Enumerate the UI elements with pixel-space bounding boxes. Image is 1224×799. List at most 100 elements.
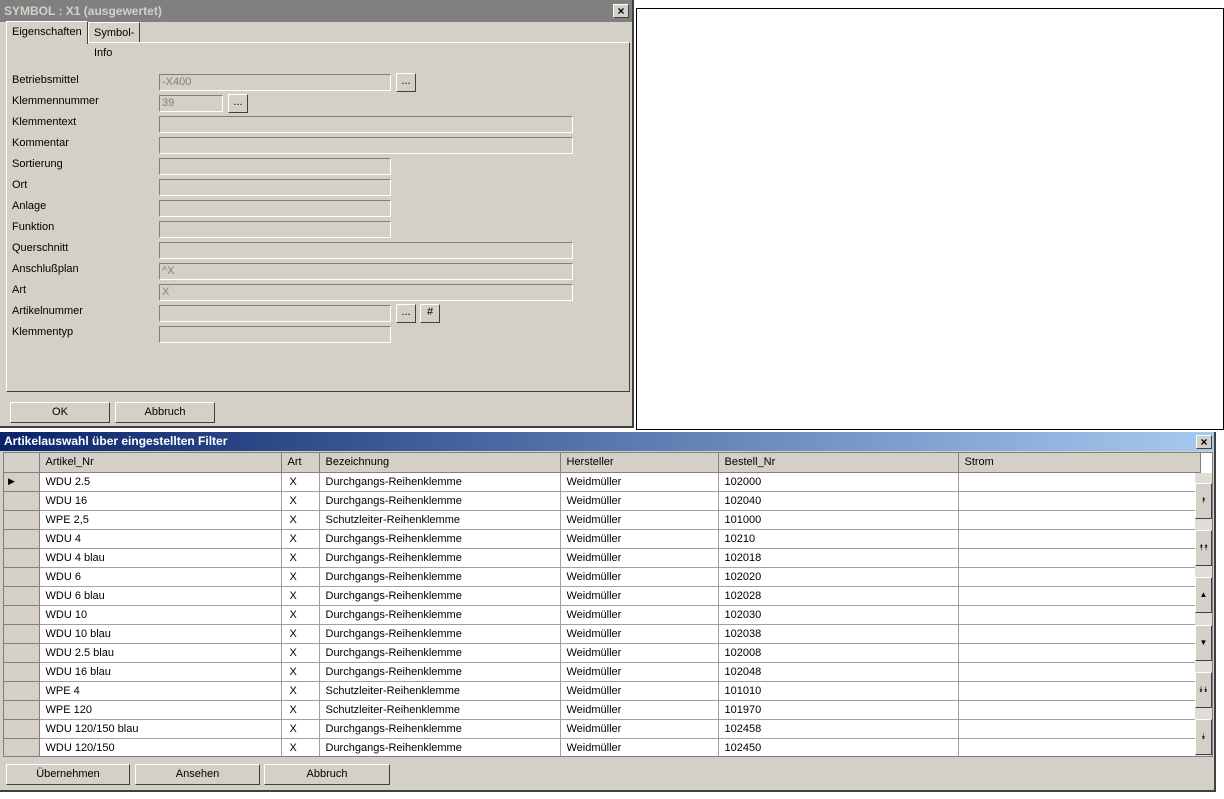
table-row[interactable]: WDU 6 X Durchgangs-Reihenklemme Weidmüller 1… xyxy=(4,567,1201,587)
cell-strom[interactable] xyxy=(958,605,1201,625)
cell-bestell-nr[interactable]: 102020 xyxy=(718,567,959,587)
cell-art[interactable]: X xyxy=(281,529,320,549)
vertical-scrollbar[interactable]: ⯭ ⯭⯭ ▲ ▼ ⯯⯯ ⯯ xyxy=(1195,473,1212,756)
table-row[interactable]: WDU 4 X Durchgangs-Reihenklemme Weidmüller 1… xyxy=(4,529,1201,549)
betriebsmittel-field[interactable]: -X400 xyxy=(159,74,391,91)
cell-artikel-nr[interactable]: WDU 120/150 xyxy=(39,738,282,756)
cell-bezeichnung[interactable]: Durchgangs-Reihenklemme xyxy=(319,491,561,511)
cell-strom[interactable] xyxy=(958,662,1201,682)
cell-bezeichnung[interactable]: Durchgangs-Reihenklemme xyxy=(319,529,561,549)
cell-bezeichnung[interactable]: Schutzleiter-Reihenklemme xyxy=(319,510,561,530)
art-field[interactable]: X xyxy=(159,284,573,301)
cell-hersteller[interactable]: Weidmüller xyxy=(560,567,719,587)
scroll-page-down-icon[interactable]: ⯯⯯ xyxy=(1195,672,1212,708)
close-icon[interactable]: × xyxy=(613,4,629,18)
anschlussplan-field[interactable]: ^X xyxy=(159,263,573,280)
column-header-hersteller[interactable]: Hersteller xyxy=(560,453,719,473)
cancel-button[interactable]: Abbruch xyxy=(264,764,390,785)
cell-artikel-nr[interactable]: WPE 4 xyxy=(39,681,282,701)
cell-bezeichnung[interactable]: Schutzleiter-Reihenklemme xyxy=(319,681,561,701)
cell-bestell-nr[interactable]: 102028 xyxy=(718,586,959,606)
artikelnummer-hash-button[interactable]: # xyxy=(420,304,440,323)
cell-bezeichnung[interactable]: Durchgangs-Reihenklemme xyxy=(319,624,561,644)
row-indicator[interactable] xyxy=(4,548,40,568)
funktion-field[interactable] xyxy=(159,221,391,238)
table-row[interactable]: WDU 2.5 blau X Durchgangs-Reihenklemme Weid… xyxy=(4,643,1201,663)
cell-hersteller[interactable]: Weidmüller xyxy=(560,719,719,739)
cell-hersteller[interactable]: Weidmüller xyxy=(560,700,719,720)
cell-artikel-nr[interactable]: WDU 2.5 blau xyxy=(39,643,282,663)
cell-art[interactable]: X xyxy=(281,643,320,663)
cell-artikel-nr[interactable]: WPE 2,5 xyxy=(39,510,282,530)
column-header-bezeichnung[interactable]: Bezeichnung xyxy=(319,453,561,473)
table-row[interactable]: WDU 10 X Durchgangs-Reihenklemme Weidmüller… xyxy=(4,605,1201,625)
tab-symbol-info[interactable]: Symbol-Info xyxy=(88,22,141,59)
table-row[interactable]: WDU 120/150 blau X Durchgangs-Reihenklemme… xyxy=(4,719,1201,739)
scroll-page-up-icon[interactable]: ⯭⯭ xyxy=(1195,530,1212,566)
scroll-last-icon[interactable]: ⯯ xyxy=(1195,719,1212,755)
cell-hersteller[interactable]: Weidmüller xyxy=(560,662,719,682)
cell-strom[interactable] xyxy=(958,567,1201,587)
cell-bestell-nr[interactable]: 102450 xyxy=(718,738,959,756)
table-row[interactable]: WPE 4 X Schutzleiter-Reihenklemme Weidmülle… xyxy=(4,681,1201,701)
klemmennummer-browse-button[interactable]: ... xyxy=(228,94,248,113)
cell-bezeichnung[interactable]: Durchgangs-Reihenklemme xyxy=(319,719,561,739)
column-header-artikel-nr[interactable]: Artikel_Nr xyxy=(39,453,282,473)
cell-hersteller[interactable]: Weidmüller xyxy=(560,738,719,756)
column-header-strom[interactable]: Strom xyxy=(958,453,1201,473)
cell-bezeichnung[interactable]: Schutzleiter-Reihenklemme xyxy=(319,700,561,720)
cell-hersteller[interactable]: Weidmüller xyxy=(560,548,719,568)
tab-eigenschaften[interactable]: Eigenschaften xyxy=(6,21,88,44)
scroll-up-icon[interactable]: ▲ xyxy=(1195,577,1212,613)
cell-artikel-nr[interactable]: WDU 6 blau xyxy=(39,586,282,606)
cell-strom[interactable] xyxy=(958,586,1201,606)
ok-button[interactable]: OK xyxy=(10,402,110,423)
current-row-indicator-icon[interactable]: ▶ xyxy=(4,472,40,492)
cell-bestell-nr[interactable]: 102000 xyxy=(718,472,959,492)
cell-hersteller[interactable]: Weidmüller xyxy=(560,472,719,492)
close-icon[interactable]: × xyxy=(1196,435,1212,449)
cell-hersteller[interactable]: Weidmüller xyxy=(560,605,719,625)
anlage-field[interactable] xyxy=(159,200,391,217)
cell-artikel-nr[interactable]: WDU 6 xyxy=(39,567,282,587)
cell-art[interactable]: X xyxy=(281,605,320,625)
cell-art[interactable]: X xyxy=(281,510,320,530)
cell-strom[interactable] xyxy=(958,624,1201,644)
querschnitt-field[interactable] xyxy=(159,242,573,259)
row-indicator[interactable] xyxy=(4,662,40,682)
cell-strom[interactable] xyxy=(958,472,1201,492)
cell-art[interactable]: X xyxy=(281,491,320,511)
row-indicator[interactable] xyxy=(4,719,40,739)
scroll-down-icon[interactable]: ▼ xyxy=(1195,625,1212,661)
cell-bestell-nr[interactable]: 102038 xyxy=(718,624,959,644)
cell-artikel-nr[interactable]: WDU 10 blau xyxy=(39,624,282,644)
klemmentyp-field[interactable] xyxy=(159,326,391,343)
table-row[interactable]: WDU 16 X Durchgangs-Reihenklemme Weidmüller… xyxy=(4,491,1201,511)
table-row[interactable]: WDU 120/150 X Durchgangs-Reihenklemme Weidm… xyxy=(4,738,1201,756)
table-row[interactable]: WPE 120 X Schutzleiter-Reihenklemme Weidmül… xyxy=(4,700,1201,720)
cell-strom[interactable] xyxy=(958,700,1201,720)
row-indicator[interactable] xyxy=(4,529,40,549)
cell-strom[interactable] xyxy=(958,738,1201,756)
row-indicator[interactable] xyxy=(4,681,40,701)
cell-artikel-nr[interactable]: WDU 4 blau xyxy=(39,548,282,568)
cell-bezeichnung[interactable]: Durchgangs-Reihenklemme xyxy=(319,567,561,587)
cell-art[interactable]: X xyxy=(281,472,320,492)
row-indicator[interactable] xyxy=(4,700,40,720)
cell-art[interactable]: X xyxy=(281,681,320,701)
cell-bestell-nr[interactable]: 102030 xyxy=(718,605,959,625)
artikelnummer-browse-button[interactable]: ... xyxy=(396,304,416,323)
table-row[interactable]: WDU 4 blau X Durchgangs-Reihenklemme Weidmü… xyxy=(4,548,1201,568)
row-indicator[interactable] xyxy=(4,567,40,587)
betriebsmittel-browse-button[interactable]: ... xyxy=(396,73,416,92)
table-row[interactable]: WPE 2,5 X Schutzleiter-Reihenklemme Weidmül… xyxy=(4,510,1201,530)
row-indicator[interactable] xyxy=(4,605,40,625)
cell-bestell-nr[interactable]: 102018 xyxy=(718,548,959,568)
cancel-button[interactable]: Abbruch xyxy=(115,402,215,423)
row-indicator[interactable] xyxy=(4,510,40,530)
cell-bestell-nr[interactable]: 102008 xyxy=(718,643,959,663)
cell-bestell-nr[interactable]: 101010 xyxy=(718,681,959,701)
cell-strom[interactable] xyxy=(958,548,1201,568)
table-row[interactable]: WDU 16 blau X Durchgangs-Reihenklemme Weidm… xyxy=(4,662,1201,682)
cell-art[interactable]: X xyxy=(281,738,320,756)
